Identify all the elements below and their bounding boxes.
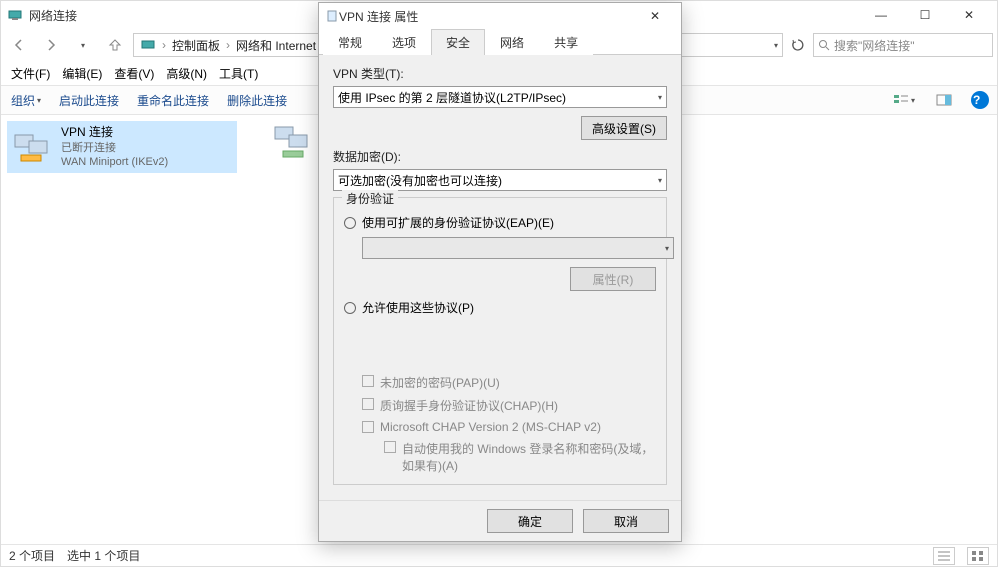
- connection-meta: VPN 连接 已断开连接 WAN Miniport (IKEv2): [61, 125, 168, 169]
- radio-icon: [344, 302, 356, 314]
- vpntype-select[interactable]: 使用 IPsec 的第 2 层隧道协议(L2TP/IPsec) ▾: [333, 86, 667, 108]
- crumb-1[interactable]: 网络和 Internet: [234, 35, 318, 56]
- radio-icon: [344, 217, 356, 229]
- dialog-titlebar: VPN 连接 属性 ✕: [319, 3, 681, 29]
- radio-eap[interactable]: 使用可扩展的身份验证协议(EAP)(E): [344, 214, 656, 231]
- auth-groupbox: 身份验证 使用可扩展的身份验证协议(EAP)(E) ▾ 属性(R) 允许使用这些…: [333, 197, 667, 485]
- tab-general[interactable]: 常规: [323, 29, 377, 55]
- up-button[interactable]: [101, 32, 129, 58]
- check-autologon: 自动使用我的 Windows 登录名称和密码(及域，如果有)(A): [384, 440, 656, 474]
- connection-name: VPN 连接: [61, 125, 168, 141]
- menu-advanced[interactable]: 高级(N): [162, 63, 211, 84]
- vpntype-label: VPN 类型(T):: [333, 65, 667, 82]
- connection-icon: [11, 127, 51, 167]
- eap-properties-button: 属性(R): [570, 267, 656, 291]
- search-placeholder: 搜索"网络连接": [834, 37, 915, 54]
- menu-edit[interactable]: 编辑(E): [58, 63, 106, 84]
- encryption-value: 可选加密(没有加密也可以连接): [338, 172, 502, 189]
- chevron-down-icon: ▾: [665, 244, 669, 253]
- radio-allow-label: 允许使用这些协议(P): [362, 299, 474, 316]
- advanced-settings-button[interactable]: 高级设置(S): [581, 116, 667, 140]
- search-icon: [818, 39, 830, 51]
- connection-status: 已断开连接: [61, 141, 168, 155]
- connection-device: WAN Miniport (IKEv2): [61, 155, 168, 169]
- maximize-button[interactable]: ☐: [903, 1, 947, 29]
- path-dropdown[interactable]: ▾: [774, 41, 778, 50]
- window-buttons: — ☐ ✕: [859, 1, 991, 29]
- cancel-button[interactable]: 取消: [583, 509, 669, 533]
- chevron-right-icon: ›: [162, 38, 166, 52]
- checkbox-icon: [362, 421, 374, 433]
- check-chap: 质询握手身份验证协议(CHAP)(H): [362, 397, 656, 414]
- start-connection-button[interactable]: 启动此连接: [57, 90, 121, 111]
- refresh-button[interactable]: [787, 33, 809, 57]
- eap-method-select: ▾: [362, 237, 674, 259]
- chevron-right-icon: ›: [226, 38, 230, 52]
- back-button[interactable]: [5, 32, 33, 58]
- help-button[interactable]: ?: [971, 91, 989, 109]
- icons-view-button[interactable]: [967, 547, 989, 565]
- tab-strip: 常规 选项 安全 网络 共享: [319, 29, 681, 55]
- dialog-icon: [325, 9, 339, 23]
- dialog-close-button[interactable]: ✕: [635, 4, 675, 28]
- organize-button[interactable]: 组织 ▾: [9, 90, 43, 111]
- connection-item-vpn[interactable]: VPN 连接 已断开连接 WAN Miniport (IKEv2): [7, 121, 237, 173]
- ok-button[interactable]: 确定: [487, 509, 573, 533]
- dialog-footer: 确定 取消: [319, 500, 681, 541]
- checkbox-icon: [384, 441, 396, 453]
- check-chap-label: 质询握手身份验证协议(CHAP)(H): [380, 397, 558, 414]
- check-autologon-label: 自动使用我的 Windows 登录名称和密码(及域，如果有)(A): [402, 440, 656, 474]
- check-pap-label: 未加密的密码(PAP)(U): [380, 374, 500, 391]
- menu-view[interactable]: 查看(V): [110, 63, 158, 84]
- recent-dropdown[interactable]: ▾: [69, 32, 97, 58]
- radio-eap-label: 使用可扩展的身份验证协议(EAP)(E): [362, 214, 554, 231]
- checkbox-icon: [362, 398, 374, 410]
- preview-pane-button[interactable]: [931, 89, 957, 111]
- tab-security[interactable]: 安全: [431, 29, 485, 55]
- minimize-button[interactable]: —: [859, 1, 903, 29]
- check-pap: 未加密的密码(PAP)(U): [362, 374, 656, 391]
- menu-file[interactable]: 文件(F): [7, 63, 54, 84]
- search-input[interactable]: 搜索"网络连接": [813, 33, 993, 57]
- crumb-0[interactable]: 控制面板: [170, 35, 222, 56]
- status-selected: 选中 1 个项目: [67, 547, 140, 564]
- dialog-title: VPN 连接 属性: [339, 8, 635, 25]
- tab-network[interactable]: 网络: [485, 29, 539, 55]
- app-icon: [7, 7, 23, 23]
- check-mschap-label: Microsoft CHAP Version 2 (MS-CHAP v2): [380, 420, 601, 434]
- check-mschap: Microsoft CHAP Version 2 (MS-CHAP v2): [362, 420, 656, 434]
- chevron-down-icon: ▾: [658, 176, 662, 185]
- tab-options[interactable]: 选项: [377, 29, 431, 55]
- tab-sharing[interactable]: 共享: [539, 29, 593, 55]
- auth-legend: 身份验证: [342, 190, 398, 207]
- chevron-down-icon: ▾: [658, 93, 662, 102]
- properties-dialog: VPN 连接 属性 ✕ 常规 选项 安全 网络 共享 VPN 类型(T): 使用…: [318, 2, 682, 542]
- statusbar: 2 个项目 选中 1 个项目: [1, 544, 997, 566]
- radio-allow-protocols[interactable]: 允许使用这些协议(P): [344, 299, 656, 316]
- rename-connection-button[interactable]: 重命名此连接: [135, 90, 211, 111]
- encryption-label: 数据加密(D):: [333, 148, 667, 165]
- delete-connection-button[interactable]: 删除此连接: [225, 90, 289, 111]
- vpntype-value: 使用 IPsec 的第 2 层隧道协议(L2TP/IPsec): [338, 89, 566, 106]
- breadcrumb-icon: [138, 35, 158, 55]
- encryption-select[interactable]: 可选加密(没有加密也可以连接) ▾: [333, 169, 667, 191]
- menu-tools[interactable]: 工具(T): [215, 63, 262, 84]
- details-view-button[interactable]: [933, 547, 955, 565]
- dialog-body: VPN 类型(T): 使用 IPsec 的第 2 层隧道协议(L2TP/IPse…: [319, 55, 681, 500]
- close-button[interactable]: ✕: [947, 1, 991, 29]
- connection-item-other[interactable]: [271, 121, 319, 169]
- view-options-button[interactable]: ▾: [891, 89, 917, 111]
- status-count: 2 个项目: [9, 547, 55, 564]
- forward-button[interactable]: [37, 32, 65, 58]
- checkbox-icon: [362, 375, 374, 387]
